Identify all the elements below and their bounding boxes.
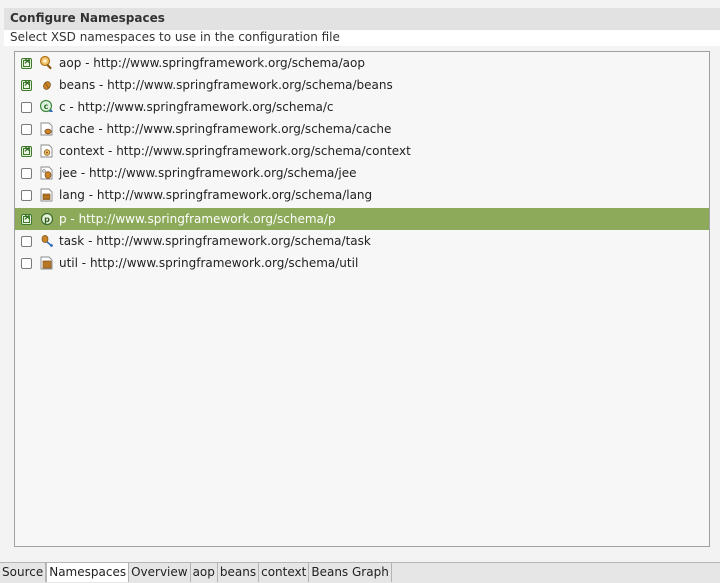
section-title: Configure Namespaces (10, 11, 165, 25)
namespace-label: c - http://www.springframework.org/schem… (59, 100, 334, 114)
namespace-row-lang[interactable]: lang - http://www.springframework.org/sc… (15, 184, 709, 206)
namespace-label: util - http://www.springframework.org/sc… (59, 256, 359, 270)
namespace-checkbox[interactable] (21, 235, 32, 247)
util-icon (39, 255, 55, 271)
namespace-row-c[interactable]: c c - http://www.springframework.org/sch… (15, 96, 709, 118)
namespace-label: p - http://www.springframework.org/schem… (59, 212, 336, 226)
section-description-row: Select XSD namespaces to use in the conf… (4, 30, 720, 46)
namespace-label: lang - http://www.springframework.org/sc… (59, 188, 373, 202)
jee-icon (39, 165, 55, 181)
cache-icon (39, 121, 55, 137)
beans-icon (39, 77, 55, 93)
lang-icon (39, 187, 55, 203)
tab-beans-graph[interactable]: Beans Graph (309, 563, 392, 582)
editor-tab-bar: Source Namespaces Overview aop beans con… (0, 562, 720, 583)
namespace-checkbox[interactable] (21, 101, 32, 113)
namespace-checkbox[interactable] (21, 123, 32, 135)
namespace-checkbox[interactable] (21, 56, 32, 69)
namespace-row-beans[interactable]: beans - http://www.springframework.org/s… (15, 74, 709, 96)
tab-beans[interactable]: beans (217, 563, 260, 582)
tab-overview[interactable]: Overview (129, 563, 191, 582)
context-icon (39, 143, 55, 159)
namespace-row-p[interactable]: p p - http://www.springframework.org/sch… (15, 208, 709, 230)
tab-source[interactable]: Source (0, 563, 47, 582)
namespace-checkbox[interactable] (21, 189, 32, 201)
namespace-list[interactable]: aop - http://www.springframework.org/sch… (14, 51, 710, 547)
namespace-row-util[interactable]: util - http://www.springframework.org/sc… (15, 252, 709, 274)
p-namespace-icon: p (39, 211, 55, 227)
namespace-row-cache[interactable]: cache - http://www.springframework.org/s… (15, 118, 709, 140)
tab-context[interactable]: context (259, 563, 310, 582)
namespace-row-aop[interactable]: aop - http://www.springframework.org/sch… (15, 52, 709, 74)
namespace-label: jee - http://www.springframework.org/sch… (59, 166, 357, 180)
namespace-label: context - http://www.springframework.org… (59, 144, 411, 158)
namespace-label: cache - http://www.springframework.org/s… (59, 122, 392, 136)
namespace-checkbox[interactable] (21, 144, 32, 157)
task-icon (39, 233, 55, 249)
namespace-label: task - http://www.springframework.org/sc… (59, 234, 371, 248)
namespace-label: beans - http://www.springframework.org/s… (59, 78, 393, 92)
namespace-checkbox[interactable] (21, 78, 32, 91)
svg-text:c: c (44, 102, 49, 111)
section-header: Configure Namespaces (4, 8, 720, 30)
namespace-checkbox[interactable] (21, 167, 32, 179)
namespace-row-jee[interactable]: jee - http://www.springframework.org/sch… (15, 162, 709, 184)
namespace-checkbox[interactable] (21, 212, 32, 225)
namespace-label: aop - http://www.springframework.org/sch… (59, 56, 365, 70)
namespace-row-context[interactable]: context - http://www.springframework.org… (15, 140, 709, 162)
tab-namespaces[interactable]: Namespaces (46, 563, 130, 582)
section-description: Select XSD namespaces to use in the conf… (10, 30, 340, 44)
namespace-row-task[interactable]: task - http://www.springframework.org/sc… (15, 230, 709, 252)
c-namespace-icon: c (39, 99, 55, 115)
aop-icon (39, 55, 55, 71)
svg-text:p: p (44, 215, 50, 224)
namespace-checkbox[interactable] (21, 257, 32, 269)
tab-aop[interactable]: aop (190, 563, 218, 582)
